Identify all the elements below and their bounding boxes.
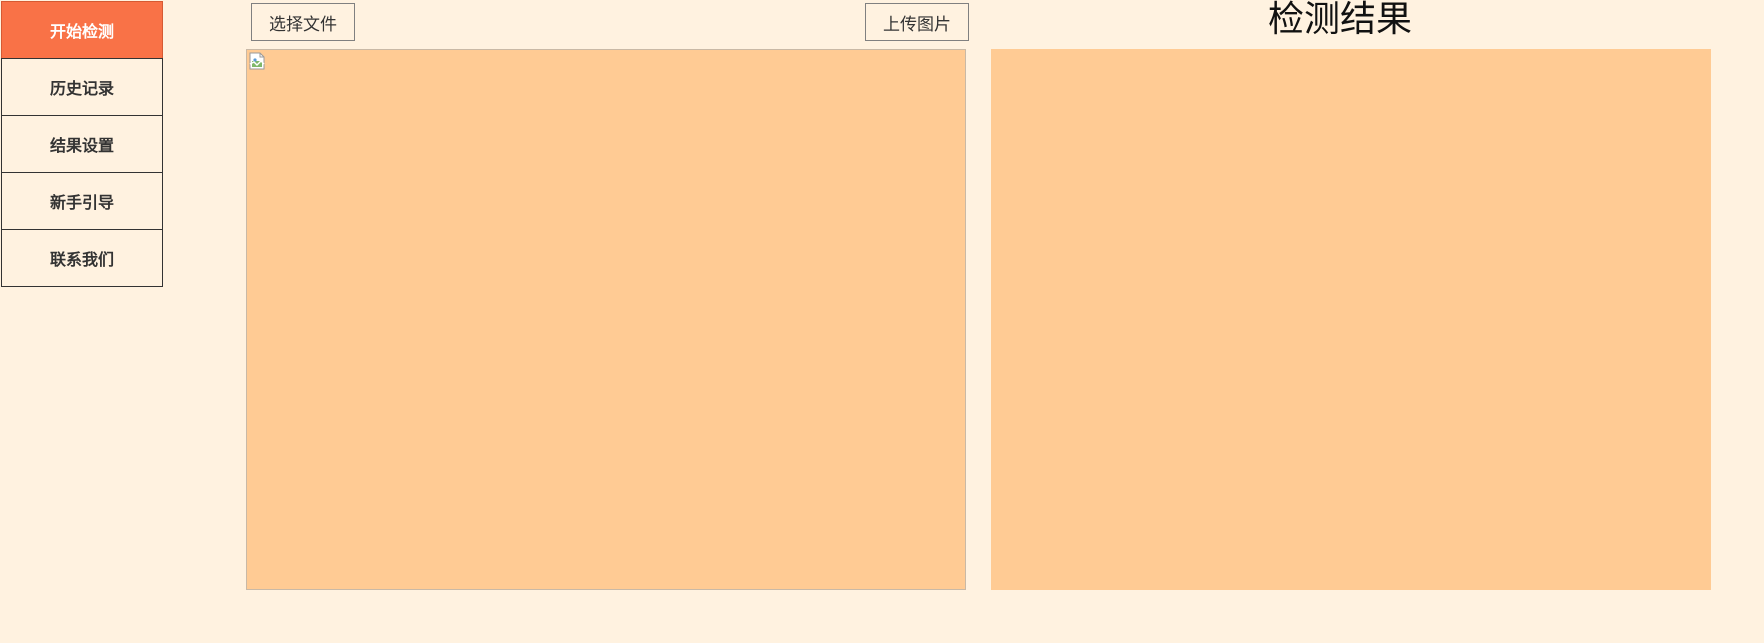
sidebar-item-label: 结果设置 xyxy=(49,136,114,155)
sidebar-item-label: 联系我们 xyxy=(49,250,114,269)
image-preview-panel xyxy=(246,49,966,590)
sidebar-item-label: 新手引导 xyxy=(49,193,114,212)
sidebar-nav: 开始检测 历史记录 结果设置 新手引导 联系我们 xyxy=(1,1,163,287)
sidebar-item-beginner-guide[interactable]: 新手引导 xyxy=(1,172,163,230)
broken-image-icon xyxy=(249,52,265,70)
sidebar-item-contact-us[interactable]: 联系我们 xyxy=(1,229,163,287)
sidebar-item-start-detection[interactable]: 开始检测 xyxy=(1,1,163,59)
detection-result-panel xyxy=(991,49,1711,590)
sidebar-item-label: 开始检测 xyxy=(49,22,114,41)
sidebar-item-label: 历史记录 xyxy=(49,79,114,98)
sidebar-item-result-settings[interactable]: 结果设置 xyxy=(1,115,163,173)
result-title: 检测结果 xyxy=(1267,0,1412,40)
choose-file-button[interactable]: 选择文件 xyxy=(251,3,355,41)
sidebar-item-history[interactable]: 历史记录 xyxy=(1,58,163,116)
upload-image-button[interactable]: 上传图片 xyxy=(865,3,969,41)
